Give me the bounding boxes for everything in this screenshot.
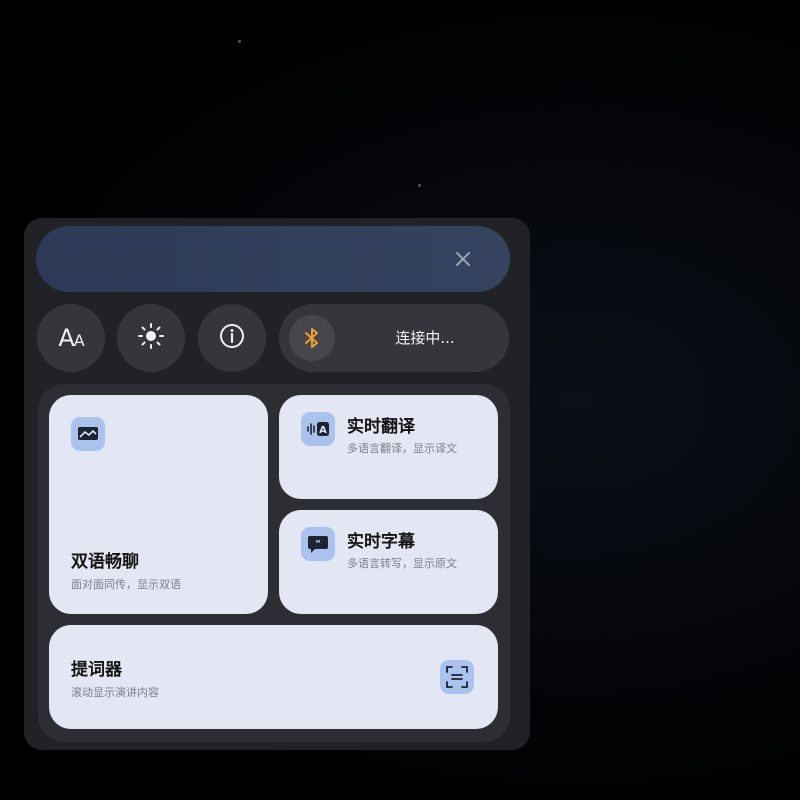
card-subtitle: 多语言翻译，显示译文 xyxy=(347,442,457,455)
bluetooth-icon xyxy=(289,315,335,361)
svg-text:A: A xyxy=(319,425,327,436)
card-title: 提词器 xyxy=(71,660,122,680)
teleprompter-scan-icon xyxy=(440,660,474,694)
card-title: 实时翻译 xyxy=(347,417,415,437)
close-icon[interactable] xyxy=(450,246,476,272)
card-title: 实时字幕 xyxy=(347,532,415,552)
card-title: 双语畅聊 xyxy=(71,552,139,572)
notification-banner[interactable] xyxy=(36,226,510,292)
translate-icon: A xyxy=(301,412,335,446)
font-size-icon: AA xyxy=(58,324,85,352)
card-subtitle: 面对面同传，显示双语 xyxy=(71,578,181,591)
control-panel: AA 连接中... 双语畅聊 面对面同传，显示双语 A 实时翻译 多语言翻译，显… xyxy=(24,218,530,750)
info-button[interactable] xyxy=(198,304,266,372)
font-size-big-glyph: A xyxy=(58,324,74,352)
svg-text:": " xyxy=(315,539,320,550)
bluetooth-status-button[interactable]: 连接中... xyxy=(279,304,509,372)
brightness-button[interactable] xyxy=(117,304,185,372)
font-size-button[interactable]: AA xyxy=(37,304,105,372)
brightness-icon xyxy=(137,322,165,354)
info-icon xyxy=(218,322,246,354)
live-translate-card[interactable]: A 实时翻译 多语言翻译，显示译文 xyxy=(279,395,498,499)
font-size-small-glyph: A xyxy=(73,331,85,350)
teleprompter-card[interactable]: 提词器 滚动显示演讲内容 xyxy=(49,625,498,729)
live-caption-card[interactable]: " 实时字幕 多语言转写，显示原文 xyxy=(279,510,498,614)
bluetooth-status-label: 连接中... xyxy=(395,329,455,347)
dual-chat-card[interactable]: 双语畅聊 面对面同传，显示双语 xyxy=(49,395,268,614)
dual-screen-icon xyxy=(71,417,105,451)
speck xyxy=(238,40,241,43)
screen: AA 连接中... 双语畅聊 面对面同传，显示双语 A 实时翻译 多语言翻译，显… xyxy=(0,0,800,800)
feature-grid: 双语畅聊 面对面同传，显示双语 A 实时翻译 多语言翻译，显示译文 " 实时字幕… xyxy=(38,384,510,742)
caption-icon: " xyxy=(301,527,335,561)
speck xyxy=(418,184,421,187)
card-subtitle: 多语言转写，显示原文 xyxy=(347,557,457,570)
card-subtitle: 滚动显示演讲内容 xyxy=(71,686,159,699)
